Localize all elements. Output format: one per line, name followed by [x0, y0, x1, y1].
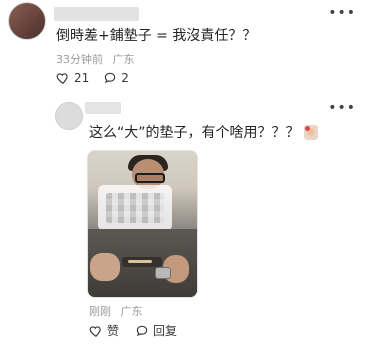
comment-actions: 21 2 [56, 71, 129, 85]
comment-meta: 33分钟前 广东 [56, 51, 141, 67]
comment-text: 倒時差+鋪墊子 = 我沒責任？？ [56, 28, 257, 44]
reply-image[interactable] [87, 150, 198, 298]
reply-meta: 刚刚 广东 [89, 303, 149, 319]
reply-label: 回复 [153, 324, 178, 338]
reply-time: 刚刚 [89, 305, 111, 318]
reply-count: 2 [121, 71, 129, 85]
photo-caption-sticker [122, 257, 162, 267]
comment-item: ••• 倒時差+鋪墊子 = 我沒責任？？ 33分钟前 广东 21 2 [0, 0, 370, 96]
reply-actions: 赞 回复 [89, 322, 177, 339]
emoji-sticker-icon [303, 124, 318, 140]
comment-location: 广东 [112, 53, 135, 66]
photo-watch [155, 267, 171, 279]
like-button[interactable]: 赞 [89, 322, 119, 339]
photo-pixelated-area [98, 185, 172, 231]
more-options-icon[interactable]: ••• [328, 5, 356, 21]
more-options-icon[interactable]: ••• [328, 100, 356, 116]
heart-icon [56, 71, 70, 85]
comment-bubble-icon [103, 71, 117, 85]
reply-button[interactable]: 2 [103, 71, 129, 85]
like-button[interactable]: 21 [56, 71, 89, 85]
like-count: 21 [74, 71, 90, 85]
photo-hand-left [90, 253, 120, 281]
like-label: 赞 [107, 324, 120, 338]
username-redacted[interactable] [85, 102, 121, 114]
reply-text: 这么“大”的垫子，有个啥用？？？ [89, 122, 318, 142]
reply-item: ••• 这么“大”的垫子，有个啥用？？？ 刚刚 广东 赞 回复 [0, 96, 370, 346]
username-redacted[interactable] [54, 7, 139, 21]
reply-location: 广东 [120, 305, 143, 318]
comment-bubble-icon [135, 324, 149, 338]
reply-text-content: 这么“大”的垫子，有个啥用？？？ [89, 125, 300, 141]
reply-button[interactable]: 回复 [135, 322, 177, 339]
comment-time: 33分钟前 [56, 53, 103, 66]
avatar[interactable] [8, 2, 46, 40]
avatar[interactable] [55, 102, 83, 130]
heart-icon [89, 324, 103, 338]
photo-glasses [135, 173, 165, 183]
